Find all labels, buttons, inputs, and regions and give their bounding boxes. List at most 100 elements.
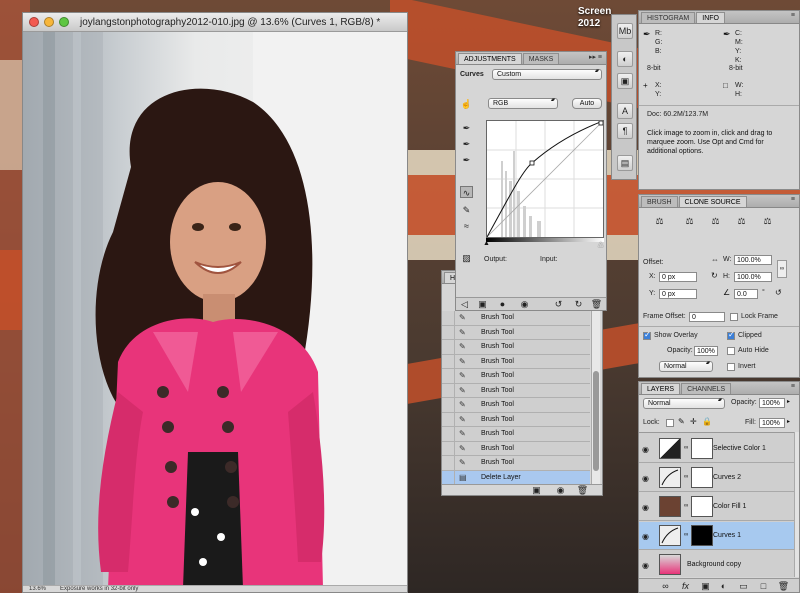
layer-row-selective-color[interactable]: ◉ ∞ Selective Color 1 — [639, 435, 795, 463]
gray-point-eyedropper-icon[interactable]: ✒ — [460, 138, 473, 150]
new-document-from-state-icon[interactable]: ▣ — [530, 484, 543, 496]
clone-source-3-icon[interactable]: ⚖ — [709, 215, 722, 227]
tab-adjustments[interactable]: ADJUSTMENTS — [458, 53, 522, 64]
clip-warning-icon[interactable]: ▨ — [460, 252, 473, 264]
back-arrow-icon[interactable]: ◁ — [458, 298, 471, 310]
fill-dropdown-icon[interactable]: ▸ — [787, 418, 790, 425]
white-point-eyedropper-icon[interactable]: ✒ — [460, 154, 473, 166]
curve-edit-points-icon[interactable]: ∿ — [460, 186, 473, 198]
close-window-button[interactable] — [29, 17, 39, 27]
visibility-eye-icon[interactable]: ◉ — [518, 298, 531, 310]
add-mask-icon[interactable]: ▣ — [699, 580, 712, 592]
targeted-adjustment-hand-icon[interactable]: ☝ — [460, 98, 473, 110]
auto-hide-checkbox[interactable] — [727, 347, 735, 355]
visibility-eye-icon[interactable]: ◉ — [642, 561, 652, 570]
layers-scrollbar[interactable] — [794, 432, 799, 577]
overlay-opacity-input[interactable]: 100% — [694, 346, 718, 356]
lock-pixels-icon[interactable]: ✎ — [678, 417, 685, 426]
visibility-eye-icon[interactable]: ◉ — [642, 503, 652, 512]
history-item[interactable]: ✎ Brush Tool — [442, 412, 590, 427]
tab-clone-source[interactable]: CLONE SOURCE — [678, 196, 747, 207]
history-item[interactable]: ✎ Brush Tool — [442, 397, 590, 413]
visibility-eye-icon[interactable]: ◉ — [642, 532, 652, 541]
tool-presets-icon[interactable]: ▤ — [617, 155, 633, 171]
clipped-checkbox[interactable] — [727, 330, 735, 340]
lock-all-icon[interactable]: 🔒 — [702, 417, 712, 426]
new-adjustment-layer-icon[interactable]: ◐ — [717, 580, 730, 592]
color-fill-swatch[interactable] — [659, 496, 681, 517]
maintain-aspect-link-icon[interactable]: ∞ — [777, 260, 787, 278]
opacity-dropdown-icon[interactable]: ▸ — [787, 398, 790, 405]
chain-link-icon[interactable]: ∞ — [684, 503, 688, 509]
image-document-window[interactable]: joylangstonphotography2012-010.jpg @ 13.… — [22, 12, 408, 593]
history-list[interactable]: ✎ Brush Tool ✎ Brush Tool ✎ Brush Tool ✎ Bru… — [442, 310, 590, 485]
history-item[interactable]: ✎ Brush Tool — [442, 368, 590, 384]
frame-offset-input[interactable]: 0 — [689, 312, 725, 322]
lock-position-icon[interactable]: ✛ — [690, 417, 697, 426]
tab-brush[interactable]: BRUSH — [641, 196, 678, 207]
tab-channels[interactable]: CHANNELS — [681, 383, 732, 394]
white-point-slider-icon[interactable]: △ — [598, 240, 603, 248]
clone-source-2-icon[interactable]: ⚖ — [683, 215, 696, 227]
lock-transparency-icon[interactable] — [666, 419, 674, 427]
tab-histogram[interactable]: HISTOGRAM — [641, 12, 696, 23]
layer-style-fx-icon[interactable]: fx — [679, 580, 692, 592]
layers-list[interactable]: ◉ ∞ Selective Color 1 ◉ ∞ Curves 2 ◉ ∞ C… — [639, 432, 795, 577]
smooth-curve-icon[interactable]: ≈ — [460, 220, 473, 232]
fill-input[interactable]: 100% — [759, 418, 785, 428]
visibility-eye-icon[interactable]: ◉ — [642, 445, 652, 454]
x-offset-input[interactable]: 0 px — [659, 272, 697, 282]
screen-mode-icon[interactable]: ▣ — [617, 73, 633, 89]
panel-menu-icon[interactable]: ≡ — [791, 383, 795, 390]
channel-select[interactable]: RGB — [488, 97, 558, 109]
trash-icon[interactable]: 🗑 — [576, 484, 589, 496]
tab-info[interactable]: INFO — [696, 12, 725, 23]
zoom-level-text[interactable]: 13.6% — [29, 586, 46, 592]
clone-source-1-icon[interactable]: ⚖ — [653, 215, 666, 227]
history-item-selected[interactable]: ▤ Delete Layer — [442, 470, 590, 485]
trash-icon[interactable]: 🗑 — [777, 580, 790, 592]
character-panel-icon[interactable]: A — [617, 103, 633, 119]
layer-opacity-input[interactable]: 100% — [759, 398, 785, 408]
curves-preset-select[interactable]: Custom — [492, 68, 602, 80]
history-scrollbar[interactable] — [591, 311, 600, 485]
photo-canvas[interactable] — [23, 32, 407, 588]
clip-to-layer-icon[interactable]: ● — [496, 298, 509, 310]
layer-row-curves-2[interactable]: ◉ ∞ Curves 2 — [639, 464, 795, 492]
history-scroll-thumb[interactable] — [593, 371, 599, 471]
camera-icon[interactable]: ◉ — [554, 484, 567, 496]
zoom-window-button[interactable] — [59, 17, 69, 27]
previous-state-icon[interactable]: ↺ — [552, 298, 565, 310]
h-scale-input[interactable]: 100.0% — [734, 272, 772, 282]
chain-link-icon[interactable]: ∞ — [684, 445, 688, 451]
reset-transform-icon[interactable]: ↺ — [775, 288, 782, 297]
chain-link-icon[interactable]: ∞ — [684, 532, 688, 538]
history-item[interactable]: ✎ Brush Tool — [442, 339, 590, 355]
history-item[interactable]: ✎ Brush Tool — [442, 383, 590, 398]
history-item[interactable]: ✎ Brush Tool — [442, 325, 590, 340]
clone-source-4-icon[interactable]: ⚖ — [735, 215, 748, 227]
image-window-titlebar[interactable]: joylangstonphotography2012-010.jpg @ 13.… — [23, 13, 407, 32]
panel-menu-icon[interactable]: ≡ — [791, 196, 795, 203]
panel-menu-icon[interactable]: ▸▸ ≡ — [589, 53, 602, 61]
clone-source-5-icon[interactable]: ⚖ — [761, 215, 774, 227]
history-item[interactable]: ✎ Brush Tool — [442, 426, 590, 442]
angle-input[interactable]: 0.0 — [734, 289, 758, 299]
curves-graph[interactable] — [486, 120, 604, 238]
mini-bridge-icon[interactable]: Mb — [617, 23, 633, 39]
tab-masks[interactable]: MASKS — [522, 53, 560, 64]
visibility-eye-icon[interactable]: ◉ — [642, 474, 652, 483]
black-point-slider-icon[interactable]: ▲ — [483, 240, 490, 247]
new-layer-icon[interactable]: □ — [757, 580, 770, 592]
history-item[interactable]: ✎ Brush Tool — [442, 455, 590, 471]
lock-frame-checkbox[interactable] — [730, 313, 738, 321]
new-group-folder-icon[interactable]: ▭ — [737, 580, 750, 592]
navigator-icon[interactable]: ◐ — [617, 51, 633, 67]
w-scale-input[interactable]: 100.0% — [734, 255, 772, 265]
y-offset-input[interactable]: 0 px — [659, 289, 697, 299]
pencil-draw-icon[interactable]: ✎ — [460, 204, 473, 216]
history-item[interactable]: ✎ Brush Tool — [442, 354, 590, 369]
tab-layers[interactable]: LAYERS — [641, 383, 681, 394]
show-overlay-checkbox[interactable] — [643, 330, 651, 340]
link-layers-icon[interactable]: ∞ — [659, 580, 672, 592]
